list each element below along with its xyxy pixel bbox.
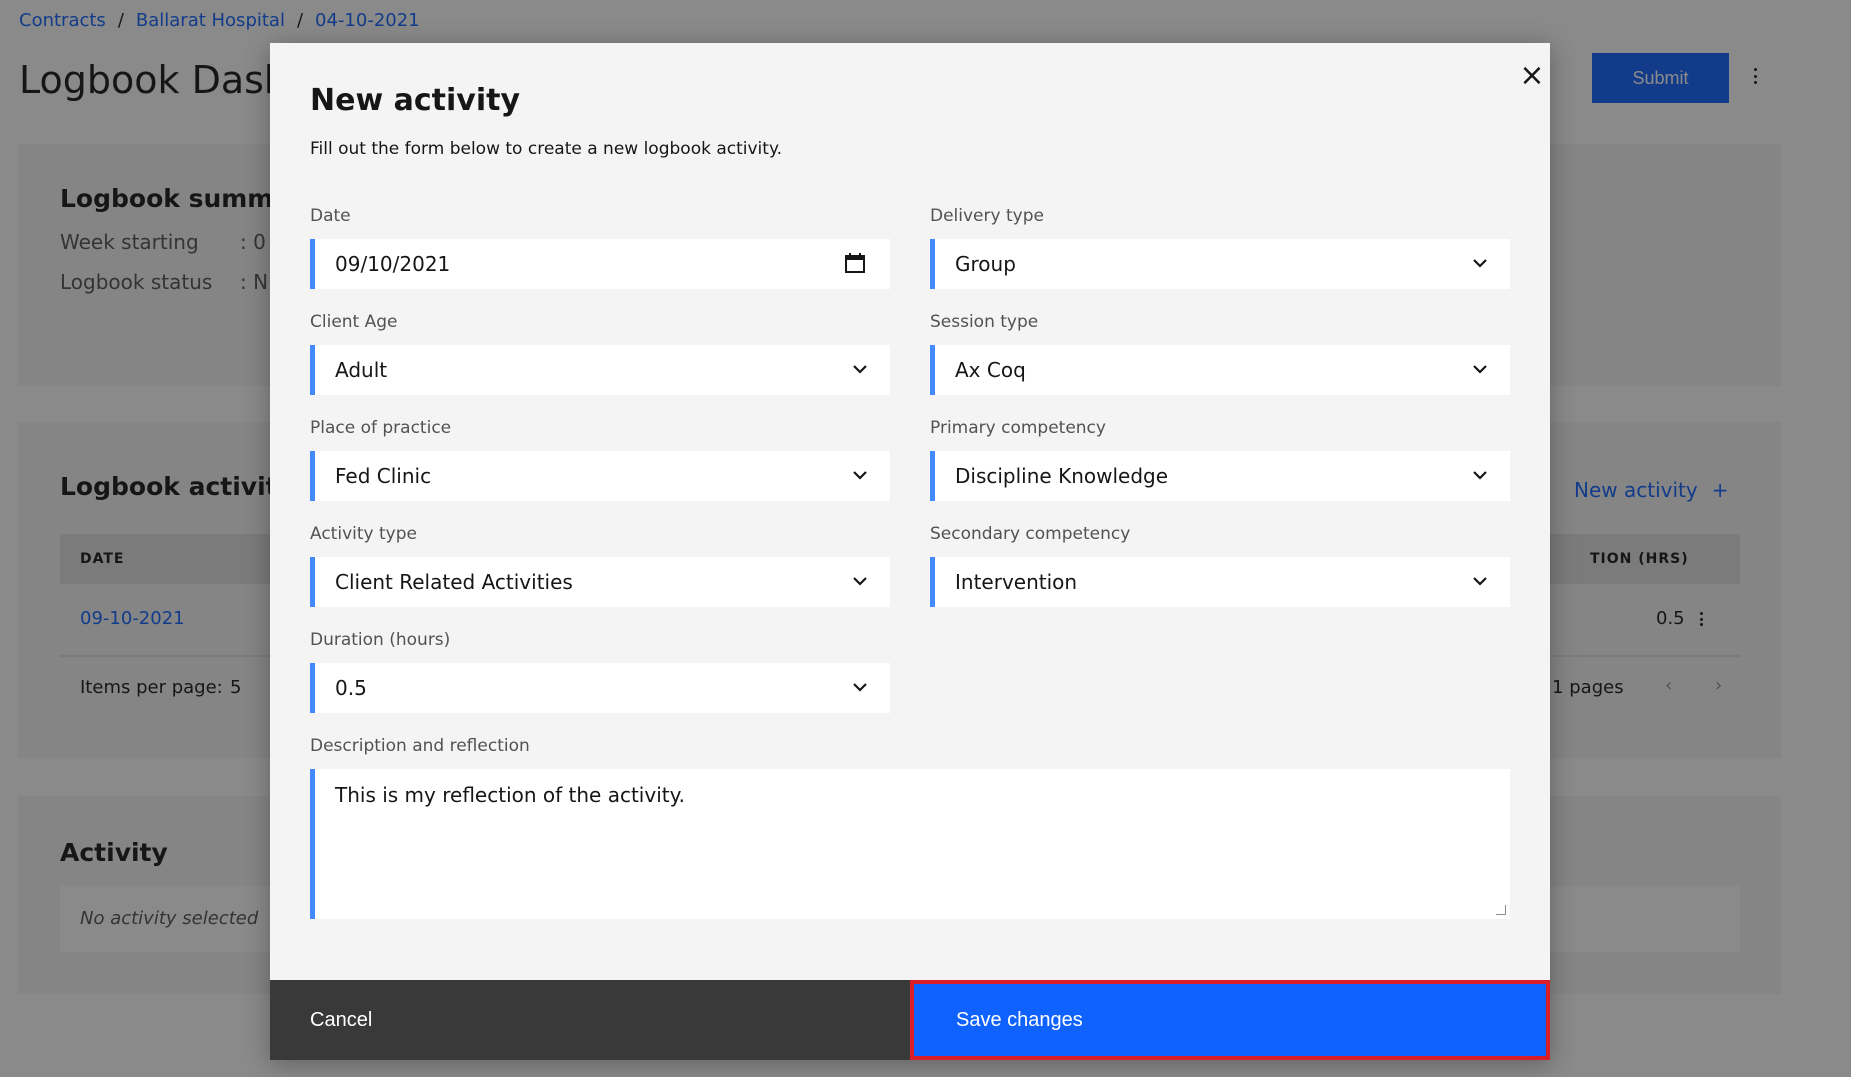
session-type-field: Session type Ax Coq <box>930 311 1510 395</box>
client-age-label: Client Age <box>310 312 398 332</box>
resize-handle-icon[interactable] <box>1496 905 1506 915</box>
description-value: This is my reflection of the activity. <box>335 783 685 807</box>
session-type-label: Session type <box>930 312 1039 332</box>
date-value: 09/10/2021 <box>335 252 451 276</box>
modal-title: New activity <box>310 83 520 118</box>
secondary-competency-select[interactable]: Intervention <box>930 557 1510 607</box>
description-textarea[interactable]: This is my reflection of the activity. <box>310 769 1510 919</box>
calendar-icon[interactable] <box>844 252 866 274</box>
secondary-competency-field: Secondary competency Intervention <box>930 523 1510 607</box>
delivery-type-field: Delivery type Group <box>930 205 1510 289</box>
place-of-practice-select[interactable]: Fed Clinic <box>310 451 890 501</box>
new-activity-modal: × New activity Fill out the form below t… <box>270 43 1550 1060</box>
activity-type-select[interactable]: Client Related Activities <box>310 557 890 607</box>
secondary-competency-label: Secondary competency <box>930 524 1131 544</box>
modal-footer: Cancel Save changes <box>270 980 1550 1060</box>
session-type-select[interactable]: Ax Coq <box>930 345 1510 395</box>
chevron-down-icon <box>853 577 867 586</box>
chevron-down-icon <box>1473 471 1487 480</box>
delivery-type-select[interactable]: Group <box>930 239 1510 289</box>
place-of-practice-field: Place of practice Fed Clinic <box>310 417 890 501</box>
cancel-button[interactable]: Cancel <box>270 980 910 1060</box>
client-age-select[interactable]: Adult <box>310 345 890 395</box>
activity-type-value: Client Related Activities <box>335 570 573 594</box>
modal-description: Fill out the form below to create a new … <box>310 139 782 159</box>
description-label: Description and reflection <box>310 736 530 756</box>
place-of-practice-value: Fed Clinic <box>335 464 432 488</box>
client-age-field: Client Age Adult <box>310 311 890 395</box>
chevron-down-icon <box>1473 259 1487 268</box>
client-age-value: Adult <box>335 358 388 382</box>
activity-type-field: Activity type Client Related Activities <box>310 523 890 607</box>
duration-value: 0.5 <box>335 676 367 700</box>
description-field: Description and reflection This is my re… <box>310 735 1510 919</box>
save-changes-button[interactable]: Save changes <box>910 980 1550 1060</box>
primary-competency-label: Primary competency <box>930 418 1106 438</box>
duration-field: Duration (hours) 0.5 <box>310 629 890 713</box>
chevron-down-icon <box>853 365 867 374</box>
close-icon[interactable]: × <box>1512 55 1552 95</box>
duration-select[interactable]: 0.5 <box>310 663 890 713</box>
primary-competency-field: Primary competency Discipline Knowledge <box>930 417 1510 501</box>
chevron-down-icon <box>1473 577 1487 586</box>
date-label: Date <box>310 206 351 226</box>
chevron-down-icon <box>1473 365 1487 374</box>
primary-competency-select[interactable]: Discipline Knowledge <box>930 451 1510 501</box>
chevron-down-icon <box>853 471 867 480</box>
chevron-down-icon <box>853 683 867 692</box>
date-input[interactable]: 09/10/2021 <box>310 239 890 289</box>
place-of-practice-label: Place of practice <box>310 418 452 438</box>
delivery-type-value: Group <box>955 252 1016 276</box>
delivery-type-label: Delivery type <box>930 206 1044 226</box>
duration-label: Duration (hours) <box>310 630 451 650</box>
activity-type-label: Activity type <box>310 524 417 544</box>
primary-competency-value: Discipline Knowledge <box>955 464 1169 488</box>
date-field: Date 09/10/2021 <box>310 205 890 289</box>
session-type-value: Ax Coq <box>955 358 1026 382</box>
secondary-competency-value: Intervention <box>955 570 1078 594</box>
